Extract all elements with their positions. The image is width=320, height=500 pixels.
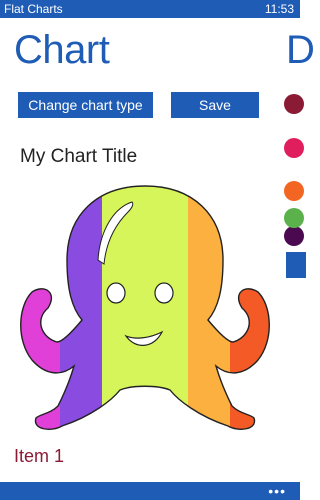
status-bar: Flat Charts 11:53	[0, 0, 300, 18]
save-button[interactable]: Save	[171, 92, 259, 118]
page-title: Chart	[14, 28, 110, 72]
chart-bar[interactable]	[18, 180, 60, 440]
chart-bar[interactable]	[60, 180, 102, 440]
chart-bar[interactable]	[188, 180, 230, 440]
left-eye	[106, 282, 126, 304]
legend-swatch[interactable]	[284, 208, 304, 228]
next-pivot-title[interactable]: D	[286, 28, 315, 73]
app-bar: •••	[0, 482, 300, 500]
legend-swatch[interactable]	[284, 181, 304, 201]
chart-bar[interactable]	[230, 180, 272, 440]
legend-button[interactable]	[286, 252, 306, 278]
legend-swatch[interactable]	[284, 94, 304, 114]
change-chart-type-button[interactable]: Change chart type	[18, 92, 153, 118]
clock: 11:53	[264, 2, 294, 16]
legend-swatch[interactable]	[284, 138, 304, 158]
legend-swatch[interactable]	[284, 226, 304, 246]
right-eye	[154, 282, 174, 304]
app-name: Flat Charts	[4, 2, 63, 16]
chart-title: My Chart Title	[20, 146, 138, 167]
selected-item-label: Item 1	[14, 446, 65, 466]
octopus-chart[interactable]	[18, 180, 272, 440]
more-icon[interactable]: •••	[268, 483, 286, 499]
